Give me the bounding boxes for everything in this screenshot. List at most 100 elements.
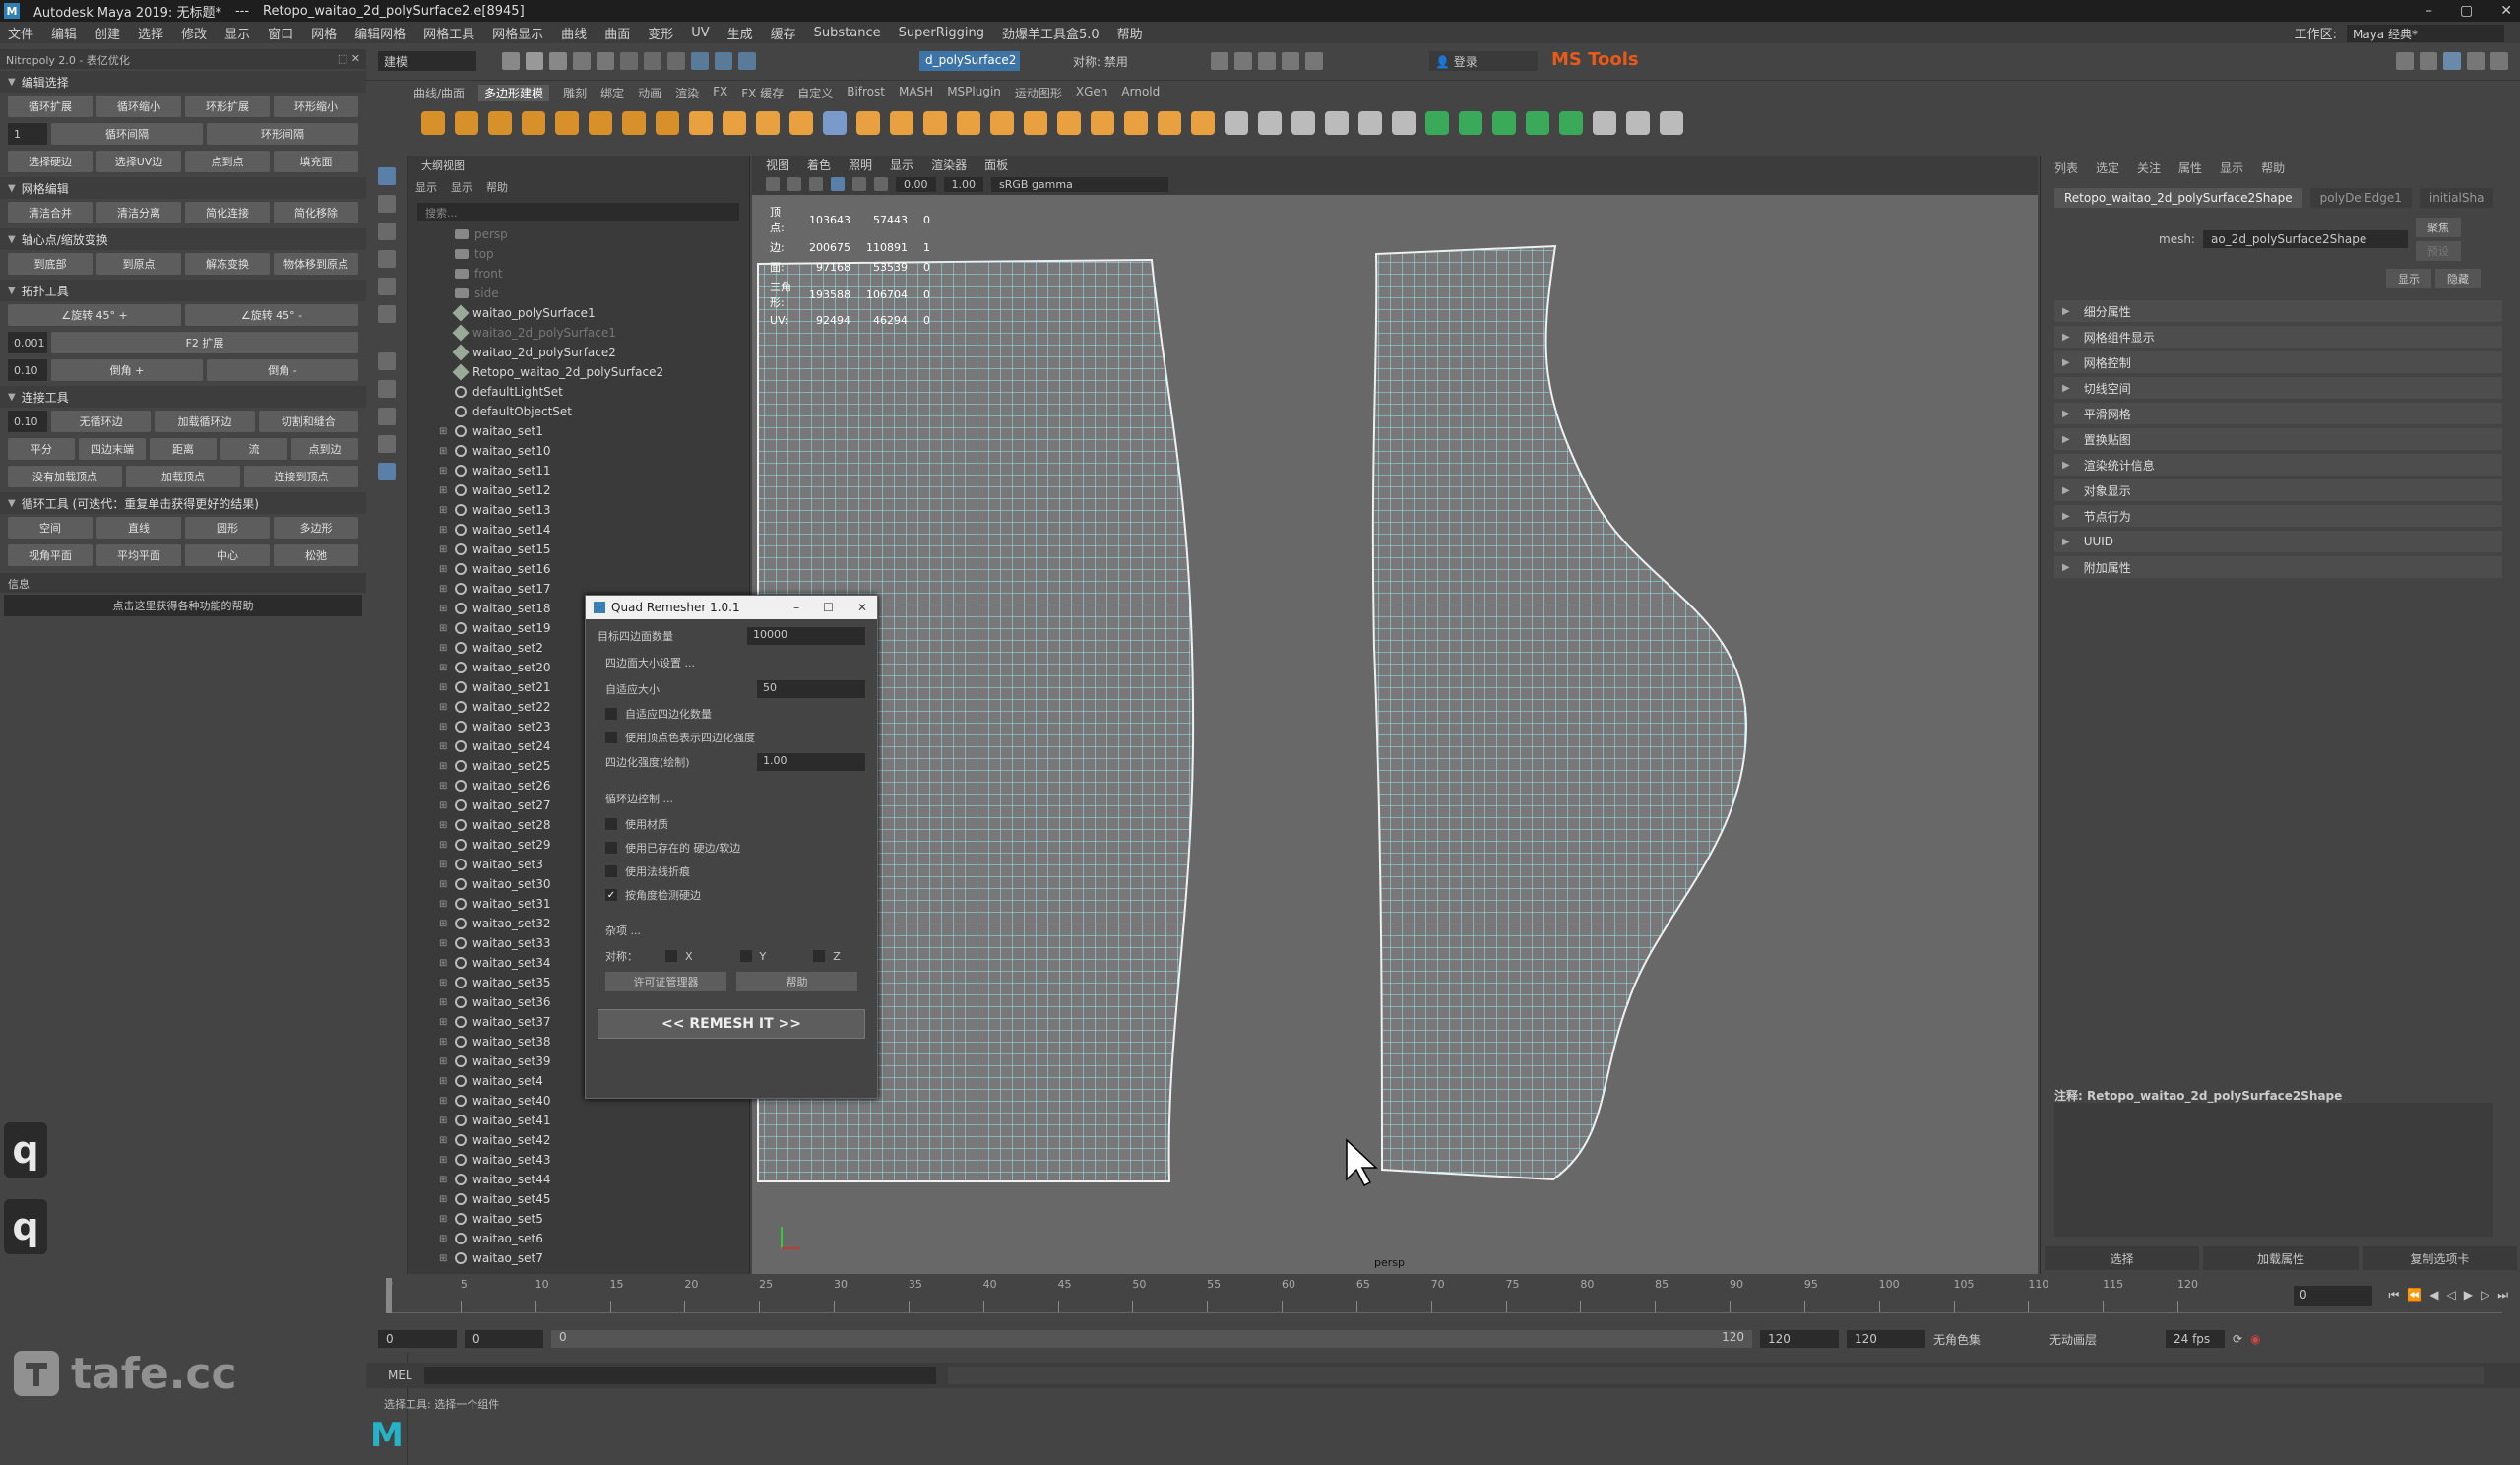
checkbox[interactable] [605,732,617,743]
tool-button[interactable]: 切割和缝合 [258,411,358,432]
shelf-tool-icon[interactable] [823,111,847,135]
menu-item[interactable]: 创建 [94,24,120,42]
tool-button[interactable]: 多边形 [274,517,358,539]
expand-icon[interactable]: ⊞ [439,1155,449,1166]
tool-button[interactable]: 选择UV边 [96,151,181,172]
tool-button[interactable]: 直线 [96,517,181,539]
snap-curve-icon[interactable] [715,52,732,70]
tool-button[interactable]: 环形间隔 [207,123,358,145]
shelf-tool-icon[interactable] [455,111,478,135]
shelf-tab[interactable]: XGen [1076,85,1108,101]
expand-icon[interactable]: ⊞ [439,938,449,949]
shelf-tool-icon[interactable] [890,111,914,135]
outliner-menu-item[interactable]: 显示 [451,179,472,195]
shelf-tool-icon[interactable] [1392,111,1416,135]
shelf-tool-icon[interactable] [723,111,746,135]
layout-four-icon[interactable] [377,408,396,425]
shelf-tool-icon[interactable] [1325,111,1349,135]
attr-section[interactable]: 渲染统计信息 [2054,454,2502,476]
hide-button[interactable]: 隐藏 [2435,269,2481,288]
shelf-tool-icon[interactable] [1559,111,1583,135]
attr-section[interactable]: 对象显示 [2054,479,2502,501]
tool-button[interactable]: 解冻变换 [185,253,270,275]
expand-icon[interactable]: ⊞ [439,544,449,555]
shelf-tool-icon[interactable] [756,111,780,135]
attr-menu-item[interactable]: 属性 [2178,159,2202,176]
value-field[interactable]: 0.001 [8,332,47,353]
tool-button[interactable]: ∠旋转 45° + [8,304,181,326]
expand-icon[interactable]: ⊞ [439,1194,449,1205]
shelf-tool-icon[interactable] [1091,111,1114,135]
shelf-tool-icon[interactable] [1425,111,1449,135]
scale-tool-icon[interactable] [377,305,396,323]
section-header[interactable]: 编辑选择 [0,71,366,93]
shelf-tab[interactable]: FX 缓存 [741,85,784,101]
shelf-tool-icon[interactable] [488,111,512,135]
tool-button[interactable]: 圆形 [185,517,270,539]
close-icon[interactable]: ✕ [2500,0,2512,22]
section-header[interactable]: 循环工具 (可迭代：重复单击获得更好的结果) [0,492,366,514]
menu-item[interactable]: Substance [814,26,881,40]
menu-item[interactable]: 网格显示 [492,24,543,42]
character-set-select[interactable]: 无角色集 [1933,1331,2042,1348]
show-button[interactable]: 显示 [2386,269,2431,288]
panel-close-icon[interactable]: ⬚ ✕ [338,52,360,66]
section-header[interactable]: 连接工具 [0,386,366,408]
attr-tab[interactable]: Retopo_waitao_2d_polySurface2Shape [2054,188,2302,208]
shelf-tab[interactable]: 渲染 [675,85,699,101]
shelf-tab[interactable]: FX [713,85,727,101]
snap-point-icon[interactable] [738,52,756,70]
tool-button[interactable]: 物体移到原点 [274,253,358,275]
attr-section[interactable]: 附加属性 [2054,556,2502,578]
go-start-icon[interactable]: ⏮ [2388,1288,2399,1303]
menu-item[interactable]: UV [691,26,709,40]
step-forward-icon[interactable]: ▷ [2481,1288,2489,1303]
misc-header[interactable]: 杂项 ... [586,917,877,944]
outliner-mesh-item[interactable]: waitao_2d_polySurface1 [408,323,749,343]
select-object-icon[interactable] [644,52,662,70]
tool-button[interactable]: 距离 [150,438,217,460]
mel-label[interactable]: MEL [388,1369,412,1382]
tool-button[interactable]: 无循环边 [51,411,152,432]
shelf-tool-icon[interactable] [856,111,880,135]
attr-tab[interactable]: polyDelEdge1 [2309,188,2412,208]
shelf-tab[interactable]: Bifrost [847,85,885,101]
shelf-tool-icon[interactable] [1526,111,1549,135]
shelf-tab[interactable]: 曲线/曲面 [413,85,465,101]
attr-section[interactable]: 置换贴图 [2054,428,2502,450]
render-view-icon[interactable] [1305,52,1323,70]
redo-icon[interactable] [597,52,614,70]
viewport[interactable]: 视图 着色 照明 显示 渲染器 面板 0.00 1.00 sRGB gamma 顶点: 10… [752,156,2038,1274]
outliner-set-item[interactable]: ⊞ waitao_set11 [408,461,749,480]
tool-button[interactable]: 没有加载顶点 [8,466,122,487]
outliner-mesh-item[interactable]: waitao_polySurface1 [408,303,749,323]
outliner-set-item[interactable]: ⊞ waitao_set12 [408,480,749,500]
undo-icon[interactable] [573,52,591,70]
outliner-search[interactable]: 搜索... [417,203,739,221]
shelf-tool-icon[interactable] [789,111,813,135]
shelf-tool-icon[interactable] [1057,111,1081,135]
checkbox[interactable] [605,708,617,720]
tool-button[interactable]: 松弛 [274,544,358,566]
expand-icon[interactable]: ⊞ [439,564,449,575]
shelf-tool-icon[interactable] [1191,111,1215,135]
rotate-tool-icon[interactable] [377,278,396,295]
menu-item[interactable]: 曲线 [561,24,587,42]
outliner-set-item[interactable]: ⊞ waitao_set44 [408,1170,749,1189]
symmetry-z-checkbox[interactable] [813,950,826,962]
menu-item[interactable]: 文件 [8,24,33,42]
shelf-tool-icon[interactable] [1158,111,1181,135]
last-tool-icon[interactable] [377,352,396,370]
anim-start-field[interactable]: 0 [465,1330,543,1348]
expand-icon[interactable]: ⊞ [439,446,449,457]
expand-icon[interactable]: ⊞ [439,663,449,673]
dialog-close-icon[interactable]: ✕ [857,601,867,614]
end-time-field[interactable]: 120 [1847,1330,1925,1348]
menu-item[interactable]: 修改 [181,24,207,42]
presets-button[interactable]: 预设 [2416,241,2461,261]
menu-item[interactable]: 劲爆羊工具盒5.0 [1002,24,1100,42]
current-frame-field[interactable]: 0 [2294,1286,2372,1306]
fps-select[interactable]: 24 fps [2166,1330,2225,1348]
tool-button[interactable]: 选择硬边 [8,151,93,172]
expand-icon[interactable]: ⊞ [439,584,449,595]
